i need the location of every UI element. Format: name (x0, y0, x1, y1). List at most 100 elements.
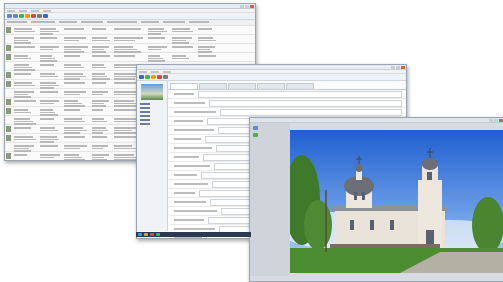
table-cell (64, 27, 88, 33)
close-button[interactable] (250, 4, 254, 8)
tab[interactable] (199, 83, 227, 89)
menu-item[interactable] (139, 70, 147, 73)
table-cell (92, 36, 110, 42)
tab[interactable] (257, 83, 285, 89)
search-icon[interactable] (43, 14, 48, 18)
field-label (174, 129, 214, 131)
add-icon[interactable] (151, 75, 156, 79)
taskbar-app-icon[interactable] (150, 233, 154, 236)
bell-tower-dome (422, 158, 438, 170)
field-label (174, 102, 205, 104)
table-cell (114, 45, 144, 53)
tab[interactable] (228, 83, 256, 89)
rotate-icon[interactable] (253, 133, 258, 137)
tab[interactable] (286, 83, 314, 89)
maximize-button[interactable] (245, 4, 249, 8)
forward-icon[interactable] (13, 14, 18, 18)
field-label (174, 165, 210, 167)
taskbar-app-icon[interactable] (144, 233, 148, 236)
tab[interactable] (170, 83, 198, 89)
table-cell (14, 117, 36, 125)
minimize-button[interactable] (391, 65, 395, 69)
table-row[interactable] (5, 35, 255, 44)
table-row[interactable] (5, 44, 255, 53)
row-thumbnail (6, 81, 11, 87)
table-cell (14, 81, 36, 87)
tree (472, 197, 503, 253)
undo-icon[interactable] (145, 75, 150, 79)
table-cell (64, 36, 88, 42)
table-row[interactable] (5, 53, 255, 62)
form-tabs (168, 81, 406, 89)
table-cell (172, 36, 194, 44)
fence (330, 244, 440, 248)
table-cell (14, 99, 36, 105)
taskbar-app-icon[interactable] (156, 233, 160, 236)
minimize-button[interactable] (240, 4, 244, 8)
sidebar-item[interactable] (140, 123, 150, 125)
table-cell (64, 90, 88, 96)
maximize-button[interactable] (396, 65, 400, 69)
menu-item[interactable] (19, 9, 27, 12)
tree (304, 200, 332, 250)
back-icon[interactable] (7, 14, 12, 18)
church-window (390, 220, 394, 230)
field-label (174, 201, 206, 203)
minimize-button[interactable] (489, 118, 493, 122)
table-cell (114, 27, 144, 33)
table-cell (64, 108, 88, 114)
field-label (174, 147, 212, 149)
field-input[interactable] (198, 90, 402, 98)
table-cell (92, 90, 110, 96)
table-row[interactable] (5, 26, 255, 35)
table-cell (64, 54, 88, 60)
sidebar-item[interactable] (140, 111, 150, 113)
field-input[interactable] (220, 108, 402, 116)
print-icon[interactable] (163, 75, 168, 79)
add-icon[interactable] (25, 14, 30, 18)
table-cell (14, 90, 36, 98)
cupola-dome (355, 164, 363, 172)
menu-item[interactable] (151, 70, 159, 73)
save-icon[interactable] (139, 75, 144, 79)
refresh-icon[interactable] (19, 14, 24, 18)
table-cell (172, 45, 194, 51)
record-thumbnail (141, 84, 163, 100)
menu-item[interactable] (31, 9, 39, 12)
table-cell (114, 54, 144, 60)
delete-icon[interactable] (157, 75, 162, 79)
sidebar-item[interactable] (140, 115, 150, 117)
maximize-button[interactable] (494, 118, 498, 122)
table-cell (64, 144, 88, 150)
table-cell (92, 108, 110, 114)
sidebar-item[interactable] (140, 107, 150, 109)
sidebar-item[interactable] (140, 119, 150, 121)
field-label (174, 174, 197, 176)
field-label (174, 219, 204, 221)
zoom-icon[interactable] (253, 126, 258, 130)
sidebar-item[interactable] (140, 103, 150, 105)
menu-item[interactable] (163, 70, 171, 73)
field-label (174, 237, 202, 238)
menu-item[interactable] (7, 9, 15, 12)
menu-item[interactable] (43, 9, 51, 12)
start-icon[interactable] (138, 233, 142, 236)
taskbar (136, 232, 251, 237)
row-thumbnail (6, 27, 11, 33)
close-button[interactable] (499, 118, 503, 122)
table-cell (198, 36, 216, 42)
print-icon[interactable] (37, 14, 42, 18)
table-cell (14, 36, 36, 44)
field-label (174, 138, 201, 140)
table-cell (92, 54, 110, 60)
edit-icon[interactable] (31, 14, 36, 18)
row-thumbnail (6, 63, 11, 69)
table-cell (14, 45, 36, 51)
close-button[interactable] (401, 65, 405, 69)
table-cell (92, 144, 110, 150)
table-cell (198, 54, 216, 60)
row-thumbnail (6, 135, 11, 141)
table-cell (40, 144, 60, 150)
table-cell (40, 45, 60, 51)
field-input[interactable] (209, 99, 402, 107)
